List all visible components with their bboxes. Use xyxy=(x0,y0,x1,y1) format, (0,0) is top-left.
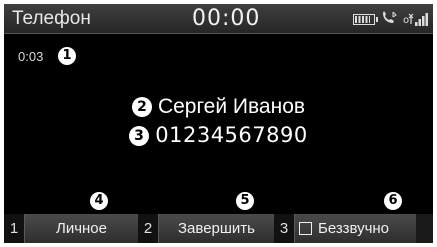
callout-4: 4 xyxy=(90,192,108,210)
caller-number: 01234567890 xyxy=(155,123,308,147)
mute-button[interactable]: Беззвучно xyxy=(294,214,416,243)
private-button[interactable]: Личное xyxy=(24,214,138,243)
end-call-button[interactable]: Завершить xyxy=(158,214,274,243)
signal-icon: o xyxy=(403,12,429,26)
caller-name-row: 2 Сергей Иванов xyxy=(4,95,433,119)
callout-5: 5 xyxy=(236,192,254,210)
mute-label: Беззвучно xyxy=(318,220,390,237)
phone-screen: Телефон 00:00 o 0:03 1 2 Сергей Иванов 3… xyxy=(4,4,433,243)
callout-2: 2 xyxy=(131,97,152,117)
svg-text:o: o xyxy=(403,15,409,26)
clock: 00:00 xyxy=(192,6,261,31)
callout-6: 6 xyxy=(384,192,402,210)
callout-1: 1 xyxy=(58,47,76,65)
battery-icon xyxy=(353,13,378,25)
softkey-bar: 1 Личное 2 Завершить 3 Беззвучно xyxy=(4,214,433,243)
status-icons: o xyxy=(353,10,429,28)
caller-number-row: 3 01234567890 xyxy=(4,123,433,147)
call-duration: 0:03 xyxy=(18,49,44,64)
end-call-softkey[interactable]: 2 Завершить xyxy=(138,214,274,243)
caller-name: Сергей Иванов xyxy=(157,95,306,118)
phone-bluetooth-icon xyxy=(381,10,397,28)
app-title: Телефон xyxy=(12,8,91,29)
softkey-number: 3 xyxy=(274,214,294,243)
softkey-number: 1 xyxy=(4,214,24,243)
checkbox-icon[interactable] xyxy=(299,222,312,235)
callout-3: 3 xyxy=(129,126,150,146)
status-bar: Телефон 00:00 o xyxy=(4,4,433,34)
softkey-number: 2 xyxy=(138,214,158,243)
mute-softkey[interactable]: 3 Беззвучно xyxy=(274,214,416,243)
private-softkey[interactable]: 1 Личное xyxy=(4,214,138,243)
